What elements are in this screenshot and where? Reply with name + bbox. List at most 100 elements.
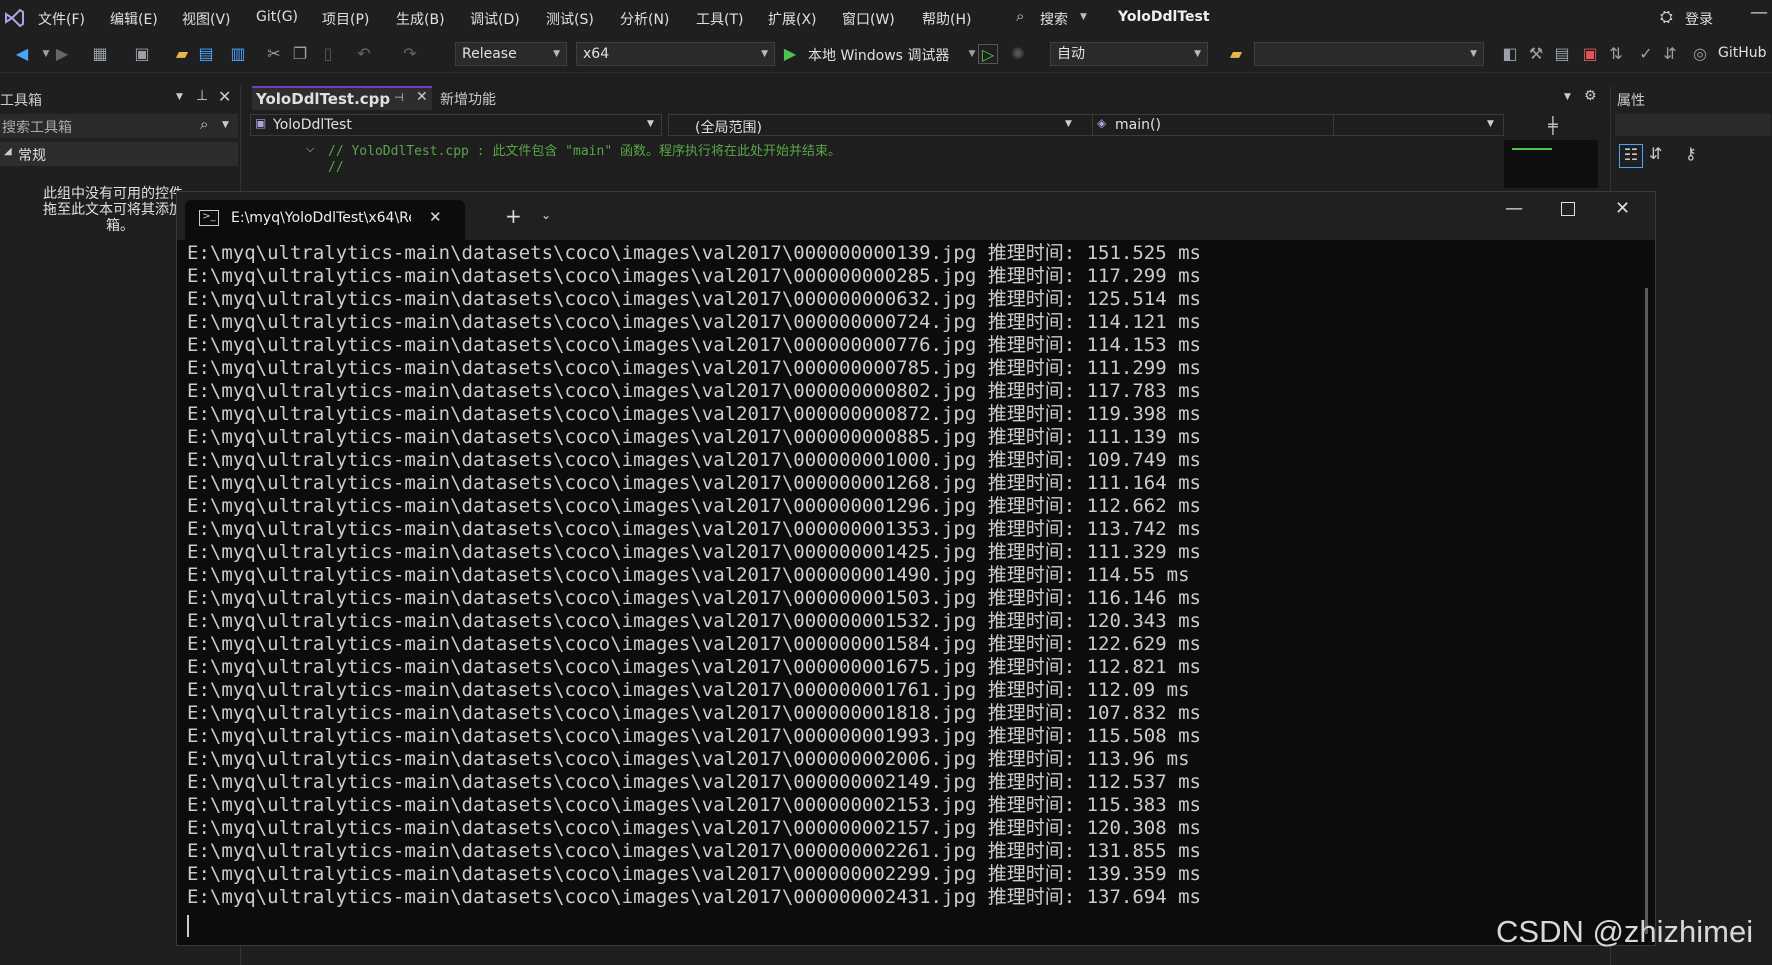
pin-icon[interactable]: ⊣ <box>394 91 404 104</box>
chevron-down-icon[interactable]: ▼ <box>1080 12 1087 22</box>
solution-mode-dropdown[interactable]: 自动 ▼ <box>1050 42 1208 66</box>
close-icon[interactable]: ✕ <box>218 87 231 106</box>
minimize-icon[interactable]: — <box>1750 2 1768 23</box>
wrench-icon[interactable]: ⚒ <box>1526 44 1546 64</box>
back-icon[interactable]: ◀ <box>12 44 32 64</box>
console-line: E:\myq\ultralytics-main\datasets\coco\im… <box>187 242 1201 264</box>
search-menu[interactable]: 搜索 <box>1040 9 1068 29</box>
copy-icon[interactable]: ❐ <box>290 44 310 64</box>
console-line: E:\myq\ultralytics-main\datasets\coco\im… <box>187 587 1201 609</box>
github-icon[interactable]: ◎ <box>1690 44 1710 64</box>
nav-scope-label: (全局范围) <box>695 120 762 136</box>
minimize-icon[interactable]: — <box>1505 198 1523 219</box>
chevron-down-icon[interactable]: ▼ <box>222 120 229 130</box>
menu-item[interactable]: 分析(N) <box>620 9 669 29</box>
nav-project-dropdown[interactable]: ▣ YoloDdlTest ▼ <box>250 114 662 136</box>
cut-icon[interactable]: ✂ <box>264 44 284 64</box>
new-project-icon[interactable]: ▦ <box>90 44 110 64</box>
save-icon[interactable]: ▤ <box>196 44 216 64</box>
tab-whats-new[interactable]: 新增功能 <box>440 89 496 109</box>
menu-item[interactable]: 帮助(H) <box>922 9 971 29</box>
search-icon[interactable]: ⌕ <box>1016 7 1024 25</box>
nav-member-dropdown[interactable]: ◈ main() ▼ <box>1092 114 1504 136</box>
chevron-down-icon: ▼ <box>1470 49 1477 59</box>
maximize-icon[interactable] <box>1561 202 1575 216</box>
console-line: E:\myq\ultralytics-main\datasets\coco\im… <box>187 840 1201 862</box>
chevron-down-icon[interactable]: ⌄ <box>541 208 551 222</box>
start-without-debugging-icon[interactable]: ▷ <box>978 44 998 64</box>
toolbox-icon[interactable]: ▣ <box>1580 44 1600 64</box>
menu-item[interactable]: 扩展(X) <box>768 9 817 29</box>
paste-icon[interactable]: ▯ <box>318 44 338 64</box>
code-minimap[interactable] <box>1504 140 1598 188</box>
menu-bar: 文件(F) 编辑(E) 视图(V) Git(G) 项目(P) 生成(B) 调试(D) 测试(S… <box>0 0 1772 36</box>
split-icon[interactable]: ╪ <box>1548 116 1558 135</box>
github-button[interactable]: GitHub <box>1718 45 1767 61</box>
menu-item[interactable]: 测试(S) <box>546 9 594 29</box>
search-icon[interactable]: ⌕ <box>200 115 208 133</box>
account-icon[interactable]: ⛭ <box>1660 7 1673 27</box>
chevron-down-icon[interactable]: ▼ <box>1564 92 1571 102</box>
forward-icon[interactable]: ▶ <box>52 44 72 64</box>
menu-item[interactable]: 文件(F) <box>38 9 85 29</box>
undo-icon[interactable]: ↶ <box>354 44 374 64</box>
menu-item[interactable]: 工具(T) <box>696 9 743 29</box>
menu-item[interactable]: 生成(B) <box>396 9 445 29</box>
console-line: E:\myq\ultralytics-main\datasets\coco\im… <box>187 794 1201 816</box>
console-output[interactable]: E:\myq\ultralytics-main\datasets\coco\im… <box>177 240 1639 945</box>
platform-value: x64 <box>583 46 610 62</box>
menu-item[interactable]: 视图(V) <box>182 9 231 29</box>
spellcheck-icon[interactable]: ✓ <box>1636 44 1656 64</box>
start-debugging-icon[interactable]: ▶ <box>780 44 800 64</box>
debugger-label[interactable]: 本地 Windows 调试器 <box>808 45 949 65</box>
console-line: E:\myq\ultralytics-main\datasets\coco\im… <box>187 863 1201 885</box>
configuration-value: Release <box>462 46 517 62</box>
menu-item[interactable]: 调试(D) <box>470 9 520 29</box>
tab-yoloddltest-cpp[interactable]: YoloDdlTest.cpp ⊣ ✕ <box>252 86 432 110</box>
close-tab-icon[interactable]: ✕ <box>429 208 442 226</box>
properties-title: 属性 <box>1617 93 1645 109</box>
console-scrollbar[interactable] <box>1645 288 1648 934</box>
console-titlebar: >_ E:\myq\YoloDdlTest\x64\Rele ✕ + ⌄ — ✕ <box>177 192 1655 240</box>
hot-reload-icon[interactable]: ✺ <box>1008 44 1028 64</box>
redo-icon[interactable]: ↷ <box>400 44 420 64</box>
login-button[interactable]: 登录 <box>1685 9 1713 29</box>
close-icon[interactable]: ✕ <box>416 89 428 105</box>
menu-item[interactable]: 窗口(W) <box>842 9 895 29</box>
properties-object-selector[interactable] <box>1615 114 1771 136</box>
folder-icon[interactable]: ▰ <box>1226 44 1246 64</box>
add-item-icon[interactable]: ▣ <box>132 44 152 64</box>
toolbox-search-input[interactable]: 搜索工具箱 <box>2 117 72 137</box>
console-line: E:\myq\ultralytics-main\datasets\coco\im… <box>187 518 1201 540</box>
format-icon[interactable]: ⇅ <box>1606 44 1626 64</box>
toolbar: ◀ ▼ ▶ ▦ ▣ ▰ ▤ ▥ ✂ ❐ ▯ ↶ ↷ Release ▼ x64 … <box>0 36 1772 73</box>
console-tab[interactable]: >_ E:\myq\YoloDdlTest\x64\Rele ✕ <box>185 200 465 240</box>
platform-dropdown[interactable]: x64 ▼ <box>576 42 775 66</box>
chevron-down-icon: ▼ <box>553 49 560 59</box>
menu-item[interactable]: Git(G) <box>256 9 298 25</box>
console-line: E:\myq\ultralytics-main\datasets\coco\im… <box>187 265 1201 287</box>
menu-item[interactable]: 编辑(E) <box>110 9 158 29</box>
close-icon[interactable]: ✕ <box>1615 198 1630 219</box>
collapse-icon[interactable]: ⌵ <box>306 142 314 156</box>
categorized-icon[interactable]: ☷ <box>1619 144 1643 168</box>
configuration-dropdown[interactable]: Release ▼ <box>455 42 567 66</box>
toolbox-search[interactable]: 搜索工具箱 ⌕ ▼ <box>0 114 238 138</box>
open-folder-icon[interactable]: ▰ <box>172 44 192 64</box>
new-tab-icon[interactable]: + <box>505 204 522 228</box>
property-pages-icon[interactable]: ⚷ <box>1685 144 1697 163</box>
console-line: E:\myq\ultralytics-main\datasets\coco\im… <box>187 449 1201 471</box>
sort-icon[interactable]: ⇵ <box>1660 44 1680 64</box>
console-line: E:\myq\ultralytics-main\datasets\coco\im… <box>187 426 1201 448</box>
toolbox-group-general[interactable]: ◢ 常规 <box>0 142 238 166</box>
chevron-down-icon[interactable]: ▼ <box>176 92 183 102</box>
gear-icon[interactable]: ⚙ <box>1584 88 1597 104</box>
save-all-icon[interactable]: ▥ <box>228 44 248 64</box>
bookmark-icon[interactable]: ◧ <box>1500 44 1520 64</box>
console-line: E:\myq\ultralytics-main\datasets\coco\im… <box>187 748 1190 770</box>
target-dropdown[interactable]: ▼ <box>1254 42 1484 66</box>
menu-item[interactable]: 项目(P) <box>322 9 369 29</box>
comment-icon[interactable]: ▤ <box>1552 44 1572 64</box>
pin-icon[interactable]: ⊥ <box>196 88 208 104</box>
alphabetical-icon[interactable]: ⇵ <box>1649 144 1662 163</box>
